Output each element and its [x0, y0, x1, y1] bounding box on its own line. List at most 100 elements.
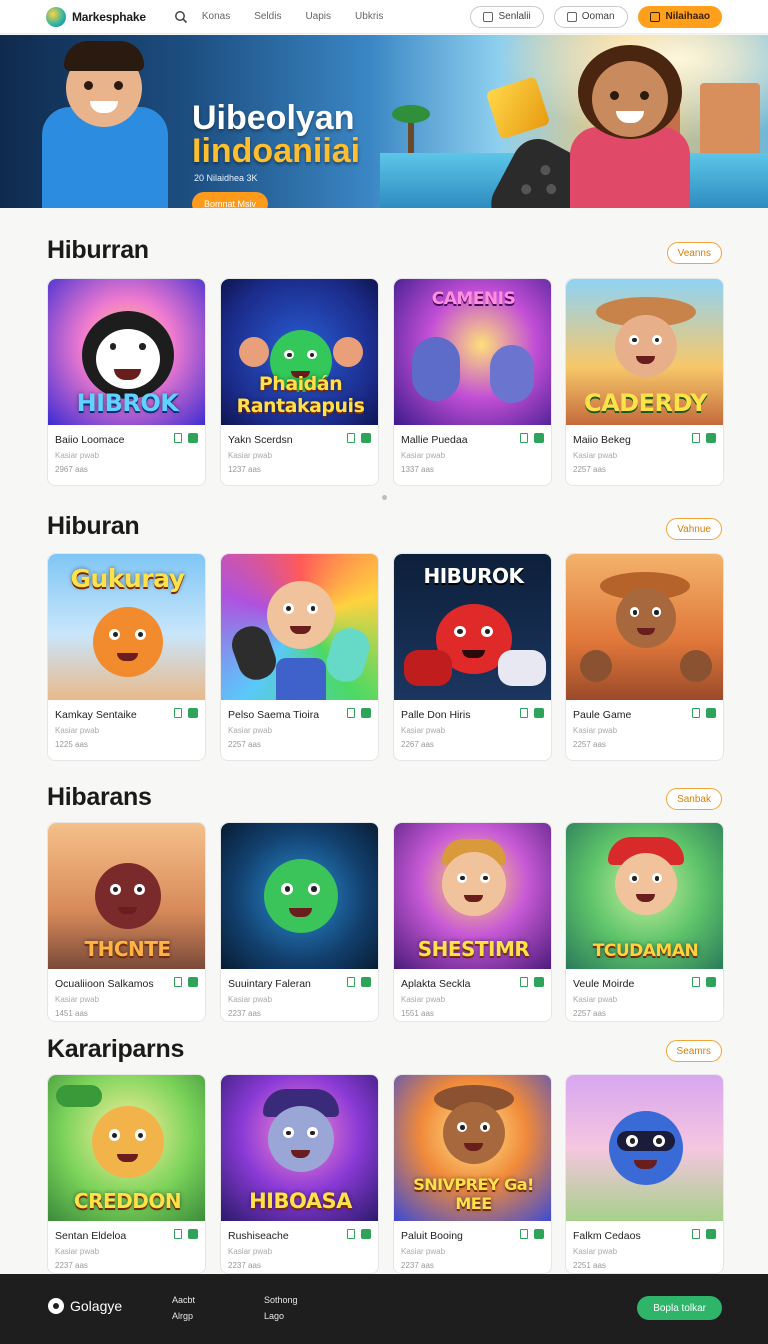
- cart-icon[interactable]: [361, 977, 371, 987]
- cart-icon[interactable]: [534, 708, 544, 718]
- game-plays: 2251 aas: [573, 1261, 606, 1270]
- game-thumbnail: HIBROK: [48, 279, 205, 425]
- game-card[interactable]: Paule Game Kasiar pwab 2257 aas: [565, 553, 724, 761]
- bookmark-icon[interactable]: [174, 708, 182, 718]
- game-card[interactable]: CAMENIS Mallie Puedaa Kasiar pwab 1337 a…: [393, 278, 552, 486]
- game-category: Kasiar pwab: [573, 726, 618, 735]
- bookmark-icon[interactable]: [174, 433, 182, 443]
- footer-links-1: Aacbt Alrgp: [172, 1292, 195, 1324]
- game-card[interactable]: CADERDY Maiio Bekeg Kasiar pwab 2257 aas: [565, 278, 724, 486]
- cart-icon[interactable]: [534, 977, 544, 987]
- footer-link[interactable]: Aacbt: [172, 1292, 195, 1308]
- section-title: Karariparns: [47, 1035, 185, 1063]
- game-category: Kasiar pwab: [573, 451, 618, 460]
- cart-icon[interactable]: [188, 433, 198, 443]
- game-plays: 1551 aas: [401, 1009, 434, 1018]
- footer-cta-button[interactable]: Bopla tolkar: [637, 1296, 722, 1320]
- card-actions: [174, 433, 198, 443]
- bookmark-icon[interactable]: [347, 433, 355, 443]
- game-card[interactable]: CREDDON Sentan Eldeloa Kasiar pwab 2237 …: [47, 1074, 206, 1274]
- game-thumbnail: CAMENIS: [394, 279, 551, 425]
- bookmark-icon[interactable]: [692, 1229, 700, 1239]
- game-card[interactable]: HIBROK Baiio Loomace Kasiar pwab 2967 aa…: [47, 278, 206, 486]
- bookmark-icon[interactable]: [692, 708, 700, 718]
- game-plays: 2237 aas: [228, 1009, 261, 1018]
- section-see-all-button[interactable]: Veanns: [666, 242, 722, 264]
- cart-icon[interactable]: [188, 977, 198, 987]
- game-card[interactable]: Gukuray Kamkay Sentaike Kasiar pwab 1225…: [47, 553, 206, 761]
- section-see-all-button[interactable]: Vahnue: [666, 518, 722, 540]
- header-button-1[interactable]: Senlalii: [470, 5, 544, 28]
- nav-item-3[interactable]: Uapis: [305, 11, 331, 22]
- section-see-all-button[interactable]: Seamrs: [665, 1040, 722, 1062]
- hero-cta-button[interactable]: Bomnat Msiv: [192, 192, 269, 208]
- header-button-2[interactable]: Ooman: [553, 5, 628, 28]
- game-category: Kasiar pwab: [55, 1247, 100, 1256]
- bookmark-icon[interactable]: [347, 708, 355, 718]
- game-card[interactable]: SNIVPREY Ga! MEE Paluit Booing Kasiar pw…: [393, 1074, 552, 1274]
- card-actions: [174, 708, 198, 718]
- nav-item-4[interactable]: Ubkris: [355, 11, 383, 22]
- footer-link[interactable]: Alrgp: [172, 1308, 195, 1324]
- footer-link[interactable]: Lago: [264, 1308, 298, 1324]
- bookmark-icon[interactable]: [520, 1229, 528, 1239]
- nav-item-1[interactable]: Konas: [202, 11, 230, 22]
- bookmark-icon[interactable]: [174, 977, 182, 987]
- bookmark-icon[interactable]: [692, 433, 700, 443]
- cart-icon[interactable]: [706, 433, 716, 443]
- search-icon[interactable]: [174, 10, 188, 24]
- footer-logo[interactable]: Golagye: [48, 1298, 122, 1314]
- cart-icon[interactable]: [534, 1229, 544, 1239]
- card-actions: [692, 708, 716, 718]
- cart-icon[interactable]: [706, 708, 716, 718]
- game-title: Ocualiioon Salkamos: [55, 978, 154, 990]
- game-card[interactable]: HIBOASA Rushiseache Kasiar pwab 2237 aas: [220, 1074, 379, 1274]
- card-actions: [174, 977, 198, 987]
- nav-item-2[interactable]: Seldis: [254, 11, 281, 22]
- section-title: Hiburan: [47, 512, 140, 540]
- cart-icon[interactable]: [188, 708, 198, 718]
- game-card[interactable]: Phaidán Rantakapuis Yakn Scerdsn Kasiar …: [220, 278, 379, 486]
- game-card[interactable]: THCNTE Ocualiioon Salkamos Kasiar pwab 1…: [47, 822, 206, 1022]
- bookmark-icon[interactable]: [347, 977, 355, 987]
- card-actions: [347, 433, 371, 443]
- bookmark-icon[interactable]: [520, 708, 528, 718]
- bookmark-icon[interactable]: [347, 1229, 355, 1239]
- game-category: Kasiar pwab: [401, 995, 446, 1004]
- cart-icon[interactable]: [361, 1229, 371, 1239]
- bookmark-icon[interactable]: [520, 977, 528, 987]
- hero-character-girl: [560, 35, 710, 208]
- game-plays: 1451 aas: [55, 1009, 88, 1018]
- game-card[interactable]: SHESTIMR Aplakta Seckla Kasiar pwab 1551…: [393, 822, 552, 1022]
- game-card[interactable]: Pelso Saema Tioira Kasiar pwab 2257 aas: [220, 553, 379, 761]
- game-card[interactable]: HIBUROK Palle Don Hiris Kasiar pwab 2267…: [393, 553, 552, 761]
- bookmark-icon[interactable]: [174, 1229, 182, 1239]
- cart-icon[interactable]: [534, 433, 544, 443]
- header-actions: Senlalii Ooman Nilaihaao: [470, 5, 722, 28]
- brand-name: Markesphake: [72, 9, 146, 24]
- cart-icon[interactable]: [361, 708, 371, 718]
- footer: Golagye Aacbt Alrgp Sothong Lago Bopla t…: [0, 1274, 768, 1344]
- game-title: Veule Moirde: [573, 978, 635, 990]
- brand-logo[interactable]: Markesphake: [46, 6, 146, 27]
- cart-icon[interactable]: [706, 1229, 716, 1239]
- game-thumbnail: [566, 1075, 723, 1221]
- game-card[interactable]: Suuintary Faleran Kasiar pwab 2237 aas: [220, 822, 379, 1022]
- cart-icon[interactable]: [188, 1229, 198, 1239]
- cart-icon[interactable]: [361, 433, 371, 443]
- game-card[interactable]: TCUDAMAN Veule Moirde Kasiar pwab 2257 a…: [565, 822, 724, 1022]
- footer-link[interactable]: Sothong: [264, 1292, 298, 1308]
- game-plays: 2237 aas: [401, 1261, 434, 1270]
- bookmark-icon[interactable]: [520, 433, 528, 443]
- bookmark-icon[interactable]: [692, 977, 700, 987]
- carousel-indicator[interactable]: [382, 495, 387, 500]
- game-title: Kamkay Sentaike: [55, 709, 137, 721]
- header-primary-button[interactable]: Nilaihaao: [637, 5, 722, 28]
- game-category: Kasiar pwab: [401, 726, 446, 735]
- game-thumbnail: THCNTE: [48, 823, 205, 969]
- cart-icon[interactable]: [706, 977, 716, 987]
- section-see-all-button[interactable]: Sanbak: [666, 788, 722, 810]
- game-title: Paluit Booing: [401, 1230, 463, 1242]
- game-card[interactable]: Falkm Cedaos Kasiar pwab 2251 aas: [565, 1074, 724, 1274]
- footer-logo-icon: [48, 1298, 64, 1314]
